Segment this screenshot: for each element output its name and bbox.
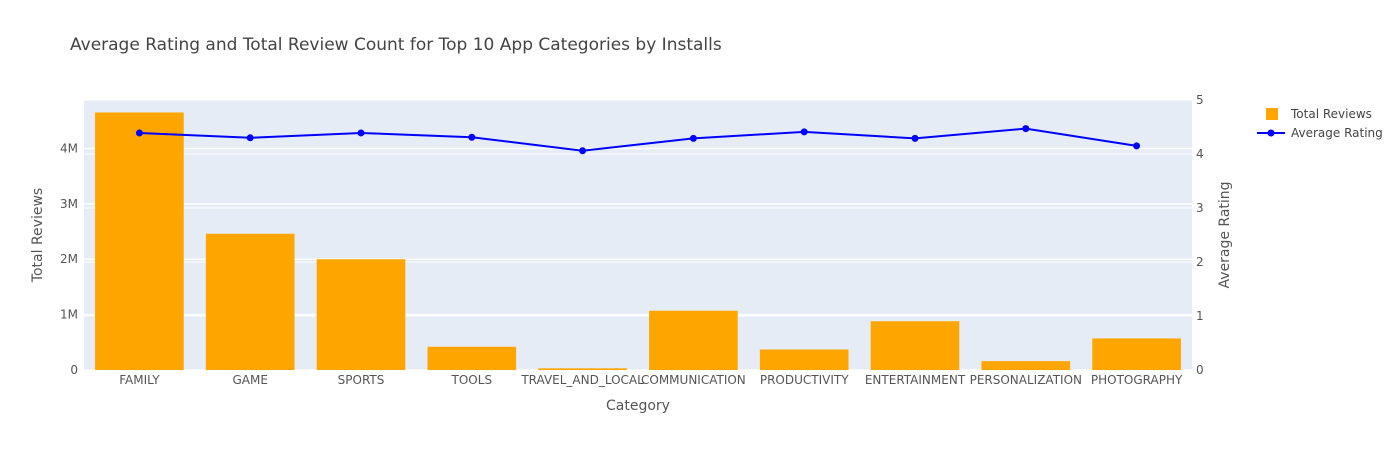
line-point[interactable]	[800, 128, 808, 136]
y-tick-label: 3M	[60, 197, 78, 211]
x-tick-label: PHOTOGRAPHY	[1091, 373, 1183, 387]
x-tick-label: ENTERTAINMENT	[865, 373, 966, 387]
bar[interactable]	[981, 361, 1071, 370]
y2-tick-label: 1	[1196, 309, 1204, 323]
line-point[interactable]	[1022, 125, 1030, 133]
bar[interactable]	[1092, 338, 1181, 370]
y2-tick-label: 2	[1196, 255, 1204, 269]
bar[interactable]	[427, 346, 517, 370]
chart: Average Rating and Total Review Count fo…	[30, 35, 1383, 414]
bar[interactable]	[316, 259, 406, 370]
y-axis-title: Total Reviews	[30, 188, 46, 283]
x-tick-label: PRODUCTIVITY	[760, 373, 849, 387]
x-tick-label: GAME	[232, 373, 267, 387]
legend-label-average-rating: Average Rating	[1291, 126, 1383, 140]
x-axis-title: Category	[606, 398, 670, 414]
line-point[interactable]	[468, 133, 476, 141]
line-point[interactable]	[911, 134, 919, 142]
bar[interactable]	[95, 112, 184, 370]
y-tick-label: 1M	[60, 308, 78, 322]
y2-tick-label: 4	[1196, 147, 1204, 161]
bar[interactable]	[649, 310, 738, 370]
x-tick-label: TRAVEL_AND_LOCAL	[520, 373, 644, 387]
chart-title: Average Rating and Total Review Count fo…	[70, 35, 722, 55]
x-axis-ticks: FAMILY GAME SPORTS TOOLS TRAVEL_AND_LOCALCOM…	[119, 373, 1183, 387]
y2-tick-label: 3	[1196, 201, 1204, 215]
line-point[interactable]	[1133, 142, 1141, 150]
line-point[interactable]	[357, 129, 365, 137]
y-tick-label: 2M	[60, 252, 78, 266]
line-point[interactable]	[689, 134, 697, 142]
bar[interactable]	[205, 233, 295, 370]
bar[interactable]	[538, 368, 627, 370]
x-tick-label: COMMUNICATION	[641, 373, 746, 387]
y2-tick-label: 5	[1196, 93, 1204, 107]
y-tick-label: 4M	[60, 141, 78, 155]
legend[interactable]: Total Reviews Average Rating	[1257, 107, 1383, 140]
legend-swatch-total-reviews	[1266, 108, 1278, 120]
x-tick-label: PERSONALIZATION	[970, 373, 1082, 387]
line-point[interactable]	[579, 147, 587, 155]
y2-tick-label: 0	[1196, 363, 1204, 377]
line-point[interactable]	[135, 129, 143, 137]
y-axis-ticks: 0 1M 2M 3M 4M	[60, 141, 78, 377]
x-tick-label: TOOLS	[451, 373, 493, 387]
y2-axis-ticks: 0 1 2 3 4 5	[1196, 93, 1204, 377]
legend-marker-average-rating	[1267, 129, 1275, 137]
y-tick-label: 0	[70, 363, 78, 377]
y2-axis-title: Average Rating	[1217, 181, 1233, 288]
x-tick-label: SPORTS	[338, 373, 385, 387]
bar[interactable]	[870, 321, 960, 370]
x-tick-label: FAMILY	[119, 373, 160, 387]
bar[interactable]	[759, 349, 849, 370]
legend-label-total-reviews: Total Reviews	[1290, 107, 1372, 121]
line-point[interactable]	[246, 134, 254, 142]
